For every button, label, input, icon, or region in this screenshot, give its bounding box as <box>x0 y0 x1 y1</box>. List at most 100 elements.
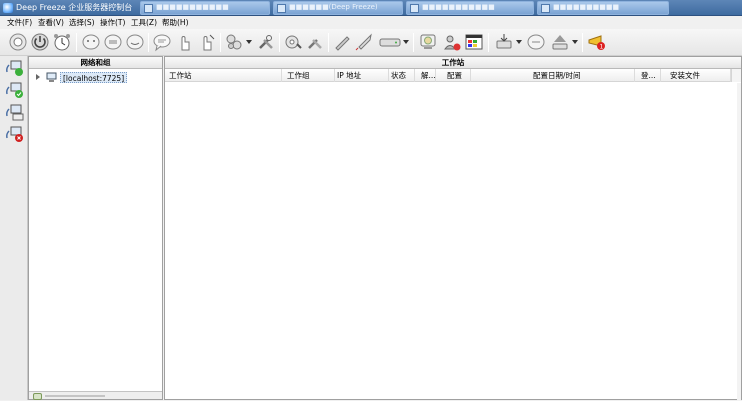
wrench-screwdriver-icon <box>259 35 273 49</box>
col-status[interactable]: 状态 <box>389 69 415 82</box>
computer-green-icon <box>6 60 23 76</box>
broadcast-face-icon <box>527 34 545 50</box>
toolbar-separator <box>279 33 280 52</box>
col-login[interactable]: 登... <box>635 69 661 82</box>
pen-icon <box>335 36 350 51</box>
maintenance-button[interactable] <box>256 32 276 52</box>
boot-thawed-button[interactable] <box>196 32 216 52</box>
menu-action[interactable]: 操作(T) <box>100 17 125 28</box>
col-config-datetime[interactable]: 配置日期/时间 <box>471 69 635 82</box>
hand-pointer-arrow-icon <box>203 34 215 51</box>
alert-horn-icon: 1 <box>588 35 605 51</box>
menu-view[interactable]: 查看(V) <box>38 17 64 28</box>
window-icon <box>410 4 419 13</box>
col-configuration[interactable]: 配置 <box>436 69 471 82</box>
col-workstation[interactable]: 工作站 <box>165 69 282 82</box>
tree-footer <box>29 391 162 400</box>
wake-on-lan-button[interactable] <box>8 32 28 52</box>
uninstall-button[interactable] <box>550 32 570 52</box>
remote-control-button[interactable] <box>103 32 123 52</box>
filter-all-button[interactable] <box>5 58 25 78</box>
dropdown-arrow-icon[interactable] <box>516 40 522 45</box>
filter-offline-button[interactable] <box>5 124 25 144</box>
menu-tools[interactable]: 工具(Z) <box>131 17 157 28</box>
status-icon <box>33 393 42 400</box>
monitor-face-icon <box>420 34 436 49</box>
toolbar-separator <box>413 33 414 52</box>
computer-green-check-icon <box>6 82 23 98</box>
install-disk-icon <box>496 34 512 49</box>
tools-icon <box>308 39 322 49</box>
broadcast-button[interactable] <box>526 32 546 52</box>
toolbar-separator <box>148 33 149 52</box>
filter-thawed-button[interactable] <box>5 102 25 122</box>
remote-face-icon <box>104 34 122 50</box>
taskbar-button-2[interactable]: ■■■■■■(Deep Freeze) <box>273 1 403 15</box>
toolbar: 1 <box>0 29 742 56</box>
taskbar-button-1[interactable]: ■■■■■■■■■■■ <box>140 1 270 15</box>
user-password-button[interactable] <box>442 32 462 52</box>
hard-drive-icon <box>379 38 401 47</box>
message-face-icon <box>126 34 144 50</box>
header-scroll-corner <box>731 69 741 82</box>
chat-button[interactable] <box>81 32 101 52</box>
update-button[interactable] <box>283 32 303 52</box>
disk-button[interactable] <box>378 32 402 52</box>
tree-node-localhost[interactable]: [localhost:7725] <box>35 72 161 83</box>
col-workgroup[interactable]: 工作组 <box>282 69 335 82</box>
toolbar-separator <box>328 33 329 52</box>
eject-disk-icon <box>552 35 568 50</box>
expand-arrow-icon[interactable] <box>35 74 41 80</box>
menu-help[interactable]: 帮助(H) <box>162 17 189 28</box>
taskbar-button-label: ■■■■■■■■■■ <box>553 3 620 11</box>
network-groups-panel: 网络和组 [localhost:7725] <box>28 56 163 400</box>
menu-select[interactable]: 选择(S) <box>69 17 95 28</box>
shutdown-button[interactable] <box>30 32 50 52</box>
taskbar-button-3[interactable]: ■■■■■■■■■■■ <box>406 1 534 15</box>
color-grid-icon <box>465 34 483 50</box>
network-groups-header: 网络和组 <box>29 57 162 69</box>
window-icon <box>541 4 550 13</box>
remote-launch-button[interactable] <box>332 32 352 52</box>
window-icon <box>277 4 286 13</box>
notification-button[interactable]: 1 <box>587 32 607 52</box>
col-thaw[interactable]: 解... <box>415 69 436 82</box>
workstation-column-headers: 工作站 工作组 IP 地址 状态 解... 配置 配置日期/时间 登... 安装… <box>165 69 741 82</box>
title-bar: Deep Freeze 企业服务器控制台 ■■■■■■■■■■■ ■■■■■■(… <box>0 0 742 16</box>
window-icon <box>144 4 153 13</box>
send-message-button[interactable] <box>152 32 172 52</box>
col-ip-address[interactable]: IP 地址 <box>335 69 389 82</box>
workstations-panel: 工作站 工作站 工作组 IP 地址 状态 解... 配置 配置日期/时间 登..… <box>164 56 742 401</box>
dropdown-arrow-icon[interactable] <box>403 40 409 45</box>
chat-face-icon <box>82 34 100 50</box>
message-button[interactable] <box>125 32 145 52</box>
rocket-icon <box>355 33 372 51</box>
panel-edge <box>737 83 741 401</box>
network-gear-icon <box>226 34 242 50</box>
footer-bar <box>45 395 105 397</box>
execute-button[interactable] <box>354 32 374 52</box>
network-settings-button[interactable] <box>224 32 244 52</box>
window-title: Deep Freeze 企业服务器控制台 <box>16 3 133 12</box>
deep-freeze-app-icon <box>3 3 13 13</box>
history-button[interactable] <box>418 32 438 52</box>
status-filter-strip <box>0 56 28 400</box>
dropdown-arrow-icon[interactable] <box>246 40 252 45</box>
taskbar-button-4[interactable]: ■■■■■■■■■■ <box>537 1 669 15</box>
tree-node-label[interactable]: [localhost:7725] <box>60 72 128 83</box>
gear-update-icon <box>285 35 302 49</box>
install-button[interactable] <box>494 32 514 52</box>
filter-frozen-button[interactable] <box>5 80 25 100</box>
workstations-header: 工作站 <box>165 57 741 69</box>
menu-file[interactable]: 文件(F) <box>7 17 32 28</box>
schedule-button[interactable] <box>52 32 72 52</box>
col-install-file[interactable]: 安装文件 <box>661 69 731 82</box>
toolbar-separator <box>582 33 583 52</box>
dropdown-arrow-icon[interactable] <box>572 40 578 45</box>
power-icon <box>31 33 49 51</box>
configuration-button[interactable] <box>464 32 484 52</box>
server-icon <box>46 72 57 82</box>
tools-button[interactable] <box>305 32 325 52</box>
boot-frozen-button[interactable] <box>174 32 194 52</box>
computer-red-x-icon <box>6 126 23 142</box>
